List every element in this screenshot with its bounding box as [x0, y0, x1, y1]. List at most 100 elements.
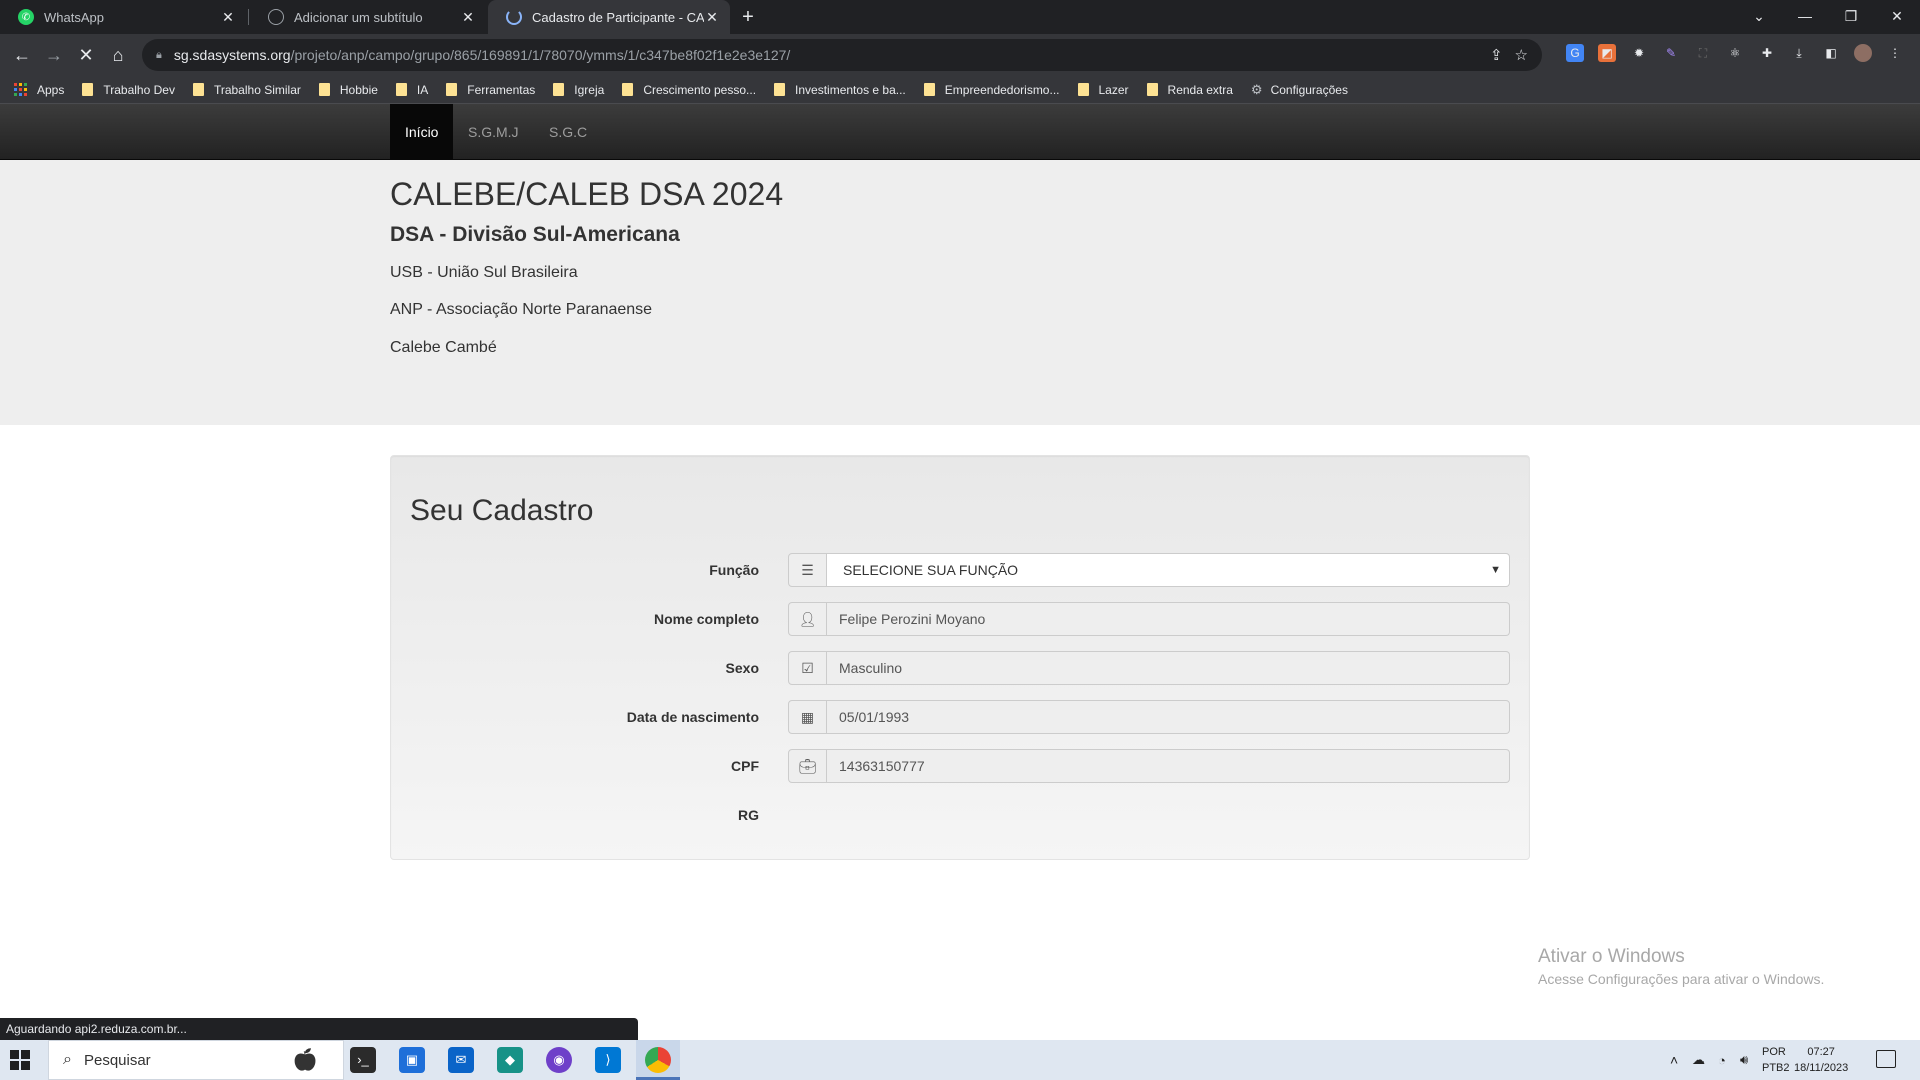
language-code: POR — [1762, 1046, 1786, 1058]
bookmark-folder[interactable]: Hobbie — [318, 83, 378, 97]
address-bar[interactable]: 🔒︎ sg.sdasystems.org /projeto/anp/campo/… — [142, 39, 1542, 71]
pen-extension-icon[interactable]: ✎ — [1662, 44, 1680, 62]
network-icon[interactable]: ◔ — [1718, 1040, 1726, 1080]
nascimento-input[interactable]: 05/01/1993 — [827, 700, 1510, 734]
onedrive-icon[interactable]: ☁ — [1692, 1040, 1705, 1080]
bookmark-folder[interactable]: Crescimento pesso... — [622, 83, 756, 97]
bookmark-folder[interactable]: Lazer — [1077, 83, 1129, 97]
bookmark-label: Empreendedorismo... — [944, 82, 1060, 97]
browser-toolbar: ← → ✕ ⌂ 🔒︎ sg.sdasystems.org /projeto/an… — [0, 34, 1920, 76]
bookmark-folder[interactable]: IA — [395, 83, 428, 97]
translate-extension-icon[interactable]: G — [1566, 44, 1584, 62]
store-icon[interactable]: ▣ — [399, 1047, 425, 1073]
vscode-icon[interactable]: ⟩ — [595, 1047, 621, 1073]
volume-icon[interactable]: 🔊︎ — [1740, 1040, 1748, 1080]
tab-strip: ✆ WhatsApp ✕ Adicionar um subtítulo ✕ Ca… — [0, 0, 1920, 34]
clock-date: 18/11/2023 — [1794, 1062, 1849, 1074]
cpf-input[interactable]: 14363150777 — [827, 749, 1510, 783]
funcao-select[interactable]: SELECIONE SUA FUNÇÃO ▼ — [827, 553, 1510, 587]
select-value: SELECIONE SUA FUNÇÃO — [843, 562, 1019, 578]
folder-icon — [395, 83, 407, 96]
tab-search-icon[interactable]: ⌄ — [1736, 0, 1782, 34]
field-nascimento: Data de nascimento ▦ 05/01/1993 — [391, 700, 1531, 734]
profile-avatar[interactable] — [1854, 44, 1872, 62]
bookmark-label: Crescimento pesso... — [643, 82, 757, 97]
bookmark-label: Renda extra — [1167, 82, 1233, 97]
minimize-icon[interactable]: — — [1782, 0, 1828, 34]
site-navbar: Início S.G.M.J S.G.C — [0, 104, 1920, 160]
bookmark-folder[interactable]: Investimentos e ba... — [774, 83, 906, 97]
omnibox-actions: ⇪ ☆ — [1490, 46, 1528, 64]
folder-icon — [1077, 83, 1089, 96]
close-icon[interactable]: ✕ — [460, 9, 476, 26]
chrome-taskbar-button[interactable] — [636, 1040, 680, 1080]
extensions-puzzle-icon[interactable]: ✚ — [1758, 44, 1776, 62]
terminal-icon[interactable]: ›_ — [350, 1047, 376, 1073]
field-cpf: CPF 💼︎ 14363150777 — [391, 749, 1531, 783]
windows-start-icon[interactable] — [10, 1050, 30, 1070]
react-extension-icon[interactable]: ⚛ — [1726, 44, 1744, 62]
registration-form: Seu Cadastro Função ☰ SELECIONE SUA FUNÇ… — [390, 455, 1530, 860]
nome-input[interactable]: Felipe Perozini Moyano — [827, 602, 1510, 636]
bookmark-folder[interactable]: Empreendedorismo... — [923, 82, 1060, 97]
side-panel-icon[interactable]: ◧ — [1822, 44, 1840, 62]
close-icon[interactable]: ✕ — [220, 9, 236, 26]
bookmark-settings[interactable]: ⚙ Configurações — [1251, 82, 1348, 98]
tray-chevron-icon[interactable]: ˄ — [1670, 1040, 1678, 1080]
menu-kebab-icon[interactable]: ⋮ — [1886, 44, 1904, 62]
notification-center-icon[interactable] — [1876, 1050, 1896, 1068]
settings-extension-icon[interactable]: ✹ — [1630, 44, 1648, 62]
folder-icon — [446, 83, 458, 96]
home-icon[interactable]: ⌂ — [104, 41, 132, 69]
folder-icon — [318, 83, 330, 96]
input-group: ☑ Masculino — [788, 651, 1510, 685]
restore-icon[interactable]: ❐ — [1828, 0, 1874, 34]
bookmark-star-icon[interactable]: ☆ — [1515, 46, 1528, 64]
bookmark-label: Igreja — [574, 82, 605, 97]
field-label: RG — [738, 807, 759, 823]
stop-loading-icon[interactable]: ✕ — [72, 41, 100, 69]
bookmark-folder[interactable]: Ferramentas — [446, 83, 535, 97]
tab-title: Cadastro de Participante - CALE — [532, 9, 704, 25]
bookmark-apps[interactable]: Apps — [14, 83, 64, 97]
github-desktop-icon[interactable]: ◉ — [546, 1047, 572, 1073]
bookmark-folder[interactable]: Igreja — [553, 83, 604, 97]
folder-icon — [774, 83, 786, 96]
share-icon[interactable]: ⇪ — [1490, 46, 1503, 64]
activation-watermark-subtitle: Acesse Configurações para ativar o Windo… — [1538, 971, 1825, 987]
nav-sgc[interactable]: S.G.C — [534, 104, 602, 160]
bookmark-label: Trabalho Similar — [213, 82, 301, 97]
system-clock[interactable]: 07:27 18/11/2023 — [1794, 1044, 1848, 1076]
page-title: CALEBE/CALEB DSA 2024 — [390, 176, 784, 212]
bookmark-folder[interactable]: Trabalho Similar — [192, 82, 301, 97]
bookmark-folder[interactable]: Renda extra — [1146, 82, 1233, 97]
new-tab-button[interactable]: + — [736, 5, 760, 29]
gitkraken-icon[interactable]: ◆ — [497, 1047, 523, 1073]
close-window-icon[interactable]: ✕ — [1874, 0, 1920, 34]
taskbar-search[interactable]: ⌕ Pesquisar 🍎︎ — [48, 1040, 344, 1080]
capture-extension-icon[interactable]: ⛶ — [1694, 44, 1712, 62]
bookmark-folder[interactable]: Trabalho Dev — [82, 83, 175, 97]
tab-whatsapp[interactable]: ✆ WhatsApp ✕ — [0, 0, 246, 34]
mail-icon[interactable]: ✉ — [448, 1047, 474, 1073]
nav-sgmj[interactable]: S.G.M.J — [453, 104, 534, 160]
input-group: 👤︎ Felipe Perozini Moyano — [788, 602, 1510, 636]
forward-icon[interactable]: → — [40, 41, 68, 69]
close-icon[interactable]: ✕ — [704, 9, 720, 26]
gear-icon: ⚙ — [1250, 81, 1263, 97]
search-icon: ⌕ — [63, 1051, 72, 1068]
tab-subtitle[interactable]: Adicionar um subtítulo ✕ — [250, 0, 486, 34]
field-label: Data de nascimento — [626, 709, 759, 725]
division-name: DSA - Divisão Sul-Americana — [390, 223, 680, 246]
office-extension-icon[interactable]: ◩ — [1598, 44, 1616, 62]
folder-icon — [923, 83, 935, 96]
input-language[interactable]: POR PTB2 — [1762, 1044, 1790, 1076]
tab-cadastro[interactable]: Cadastro de Participante - CALE ✕ — [488, 0, 730, 34]
nav-inicio[interactable]: Início — [390, 104, 454, 160]
field-label: Função — [709, 562, 759, 578]
sexo-input[interactable]: Masculino — [827, 651, 1510, 685]
status-bubble: Aguardando api2.reduza.com.br... — [0, 1018, 638, 1040]
search-placeholder: Pesquisar — [83, 1051, 151, 1069]
back-icon[interactable]: ← — [8, 41, 36, 69]
download-icon[interactable]: ⤓ — [1790, 44, 1808, 62]
